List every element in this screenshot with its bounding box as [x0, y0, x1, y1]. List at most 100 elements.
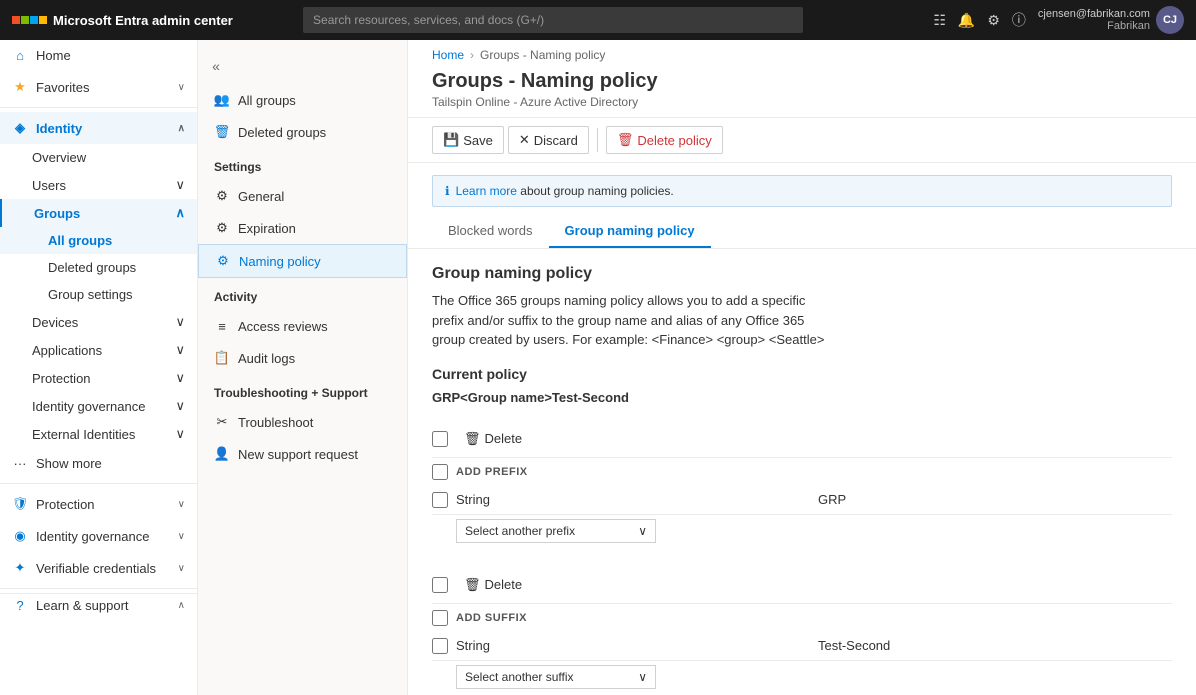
audit-logs-icon: 📋 — [214, 350, 230, 366]
suffix-select-all-checkbox[interactable] — [432, 610, 448, 626]
sidebar-label-group-settings: Group settings — [48, 287, 133, 302]
delete-policy-button[interactable]: 🗑 Delete policy — [606, 126, 723, 154]
prefix-header-row: ADD PREFIX — [432, 458, 1172, 486]
suffix-delete-button[interactable]: 🗑 Delete — [456, 573, 530, 597]
discard-button[interactable]: ✕ Discard — [508, 126, 589, 154]
sidebar-item-id-governance2[interactable]: ◉ Identity governance ∨ — [0, 520, 197, 552]
mid-nav-deleted-groups[interactable]: 🗑 Deleted groups — [198, 116, 407, 148]
id-gov2-chevron: ∨ — [178, 531, 185, 542]
sidebar-item-applications[interactable]: Applications ∨ — [0, 336, 197, 364]
sidebar-label-all-groups: All groups — [48, 233, 112, 248]
sidebar-item-users[interactable]: Users ∨ — [0, 171, 197, 199]
prefix-delete-label: Delete — [485, 431, 523, 446]
app-logo: Microsoft Entra admin center — [12, 13, 233, 28]
suffix-col-label: String — [456, 638, 810, 653]
sidebar-label-show-more: Show more — [36, 456, 102, 471]
sidebar-item-overview[interactable]: Overview — [0, 144, 197, 171]
suffix-header-row: ADD SUFFIX — [432, 604, 1172, 632]
delete-policy-icon: 🗑 — [617, 132, 634, 148]
tab-blocked-words[interactable]: Blocked words — [432, 215, 549, 248]
mid-nav-new-support-request[interactable]: 👤 New support request — [198, 438, 407, 470]
help-icon[interactable]: ⓘ — [1012, 10, 1026, 30]
sidebar-item-id-governance[interactable]: Identity governance ∨ — [0, 392, 197, 420]
naming-policy-icon: ⚙ — [215, 253, 231, 269]
mid-nav-all-groups[interactable]: 👥 All groups — [198, 84, 407, 116]
sidebar-item-group-settings[interactable]: Group settings — [0, 281, 197, 308]
sidebar-item-devices[interactable]: Devices ∨ — [0, 308, 197, 336]
sidebar-item-groups[interactable]: Groups ∧ — [0, 199, 197, 227]
discard-label: Discard — [534, 133, 578, 148]
mid-nav-naming-policy[interactable]: ⚙ Naming policy — [198, 244, 407, 278]
prefix-select-row: Select another prefix ∨ — [432, 515, 1172, 551]
info-icon: ℹ — [445, 184, 450, 198]
tab-group-naming-policy[interactable]: Group naming policy — [549, 215, 711, 248]
support-icon: 👤 — [214, 446, 230, 462]
sidebar-item-home[interactable]: ⌂ Home — [0, 40, 197, 71]
prefix-col-label: String — [456, 492, 810, 507]
sidebar-label-protection2: Protection — [36, 497, 95, 512]
suffix-delete-checkbox[interactable] — [432, 577, 448, 593]
suffix-delete-icon: 🗑 — [464, 577, 481, 593]
suffix-select[interactable]: Select another suffix ∨ — [456, 665, 656, 689]
suffix-select-row: Select another suffix ∨ — [432, 661, 1172, 695]
user-info[interactable]: cjensen@fabrikan.com Fabrikan CJ — [1038, 6, 1184, 34]
devices-chevron: ∨ — [175, 314, 185, 330]
portal-icon[interactable]: ☷ — [933, 12, 946, 29]
sidebar-item-identity[interactable]: ◈ Identity ∧ — [0, 112, 197, 144]
collapse-button[interactable]: « — [202, 52, 230, 80]
sidebar-item-deleted-groups[interactable]: Deleted groups — [0, 254, 197, 281]
sidebar-item-show-more[interactable]: ··· Show more — [0, 448, 197, 479]
identity-icon: ◈ — [12, 120, 28, 136]
prefix-delete-button[interactable]: 🗑 Delete — [456, 427, 530, 451]
main-layout: ⌂ Home ★ Favorites ∨ ◈ Identity ∧ Overvi… — [0, 40, 1196, 695]
sidebar-item-ext-identities[interactable]: External Identities ∨ — [0, 420, 197, 448]
sidebar-item-verifiable-creds[interactable]: ✦ Verifiable credentials ∨ — [0, 552, 197, 584]
mid-nav-expiration[interactable]: ⚙ Expiration — [198, 212, 407, 244]
expiration-icon: ⚙ — [214, 220, 230, 236]
mid-nav-label-new-support-request: New support request — [238, 447, 358, 462]
prefix-row-checkbox[interactable] — [432, 492, 448, 508]
learn-more-link[interactable]: Learn more — [456, 184, 517, 198]
sidebar-label-overview: Overview — [32, 150, 86, 165]
breadcrumb-current: Groups - Naming policy — [480, 48, 605, 62]
mid-nav-access-reviews[interactable]: ≡ Access reviews — [198, 310, 407, 342]
access-reviews-icon: ≡ — [214, 318, 230, 334]
users-chevron: ∨ — [175, 177, 185, 193]
page-subtitle: Tailspin Online - Azure Active Directory — [432, 95, 1172, 109]
mid-nav-troubleshoot[interactable]: ✂ Troubleshoot — [198, 406, 407, 438]
notification-icon[interactable]: 🔔 — [958, 12, 975, 29]
breadcrumb: Home › Groups - Naming policy — [408, 40, 1196, 66]
sidebar-label-ext-identities: External Identities — [32, 427, 135, 442]
sidebar-item-learn-support[interactable]: ? Learn & support ∧ — [0, 593, 197, 621]
sidebar-label-favorites: Favorites — [36, 80, 89, 95]
prefix-string-row: String GRP — [432, 486, 1172, 515]
suffix-row-checkbox[interactable] — [432, 638, 448, 654]
suffix-add-header: ADD SUFFIX — [456, 612, 527, 624]
identity-chevron: ∧ — [178, 123, 185, 134]
star-icon: ★ — [12, 79, 28, 95]
search-input[interactable] — [303, 7, 803, 33]
prefix-delete-checkbox[interactable] — [432, 431, 448, 447]
sidebar-item-all-groups[interactable]: All groups — [0, 227, 197, 254]
search-bar[interactable] — [303, 7, 803, 33]
mid-nav-general[interactable]: ⚙ General — [198, 180, 407, 212]
mid-nav-label-audit-logs: Audit logs — [238, 351, 295, 366]
mid-nav-activity-section: Activity — [198, 278, 407, 310]
prefix-delete-row: 🗑 Delete — [432, 421, 1172, 458]
breadcrumb-home[interactable]: Home — [432, 48, 464, 62]
prefix-select-all-checkbox[interactable] — [432, 464, 448, 480]
sidebar-item-favorites[interactable]: ★ Favorites ∨ — [0, 71, 197, 103]
sidebar-item-protection[interactable]: Protection ∨ — [0, 364, 197, 392]
shield-icon: 🛡 — [12, 496, 28, 512]
avatar[interactable]: CJ — [1156, 6, 1184, 34]
prefix-add-header: ADD PREFIX — [456, 466, 528, 478]
save-button[interactable]: 💾 Save — [432, 126, 504, 154]
left-nav: ⌂ Home ★ Favorites ∨ ◈ Identity ∧ Overvi… — [0, 40, 198, 695]
prefix-select[interactable]: Select another prefix ∨ — [456, 519, 656, 543]
settings-icon[interactable]: ⚙ — [987, 12, 1000, 29]
sidebar-item-protection2[interactable]: 🛡 Protection ∨ — [0, 488, 197, 520]
protection2-chevron: ∨ — [178, 499, 185, 510]
mid-nav-audit-logs[interactable]: 📋 Audit logs — [198, 342, 407, 374]
apps-chevron: ∨ — [175, 342, 185, 358]
prefix-section: 🗑 Delete ADD PREFIX String GRP Select an… — [432, 421, 1172, 551]
